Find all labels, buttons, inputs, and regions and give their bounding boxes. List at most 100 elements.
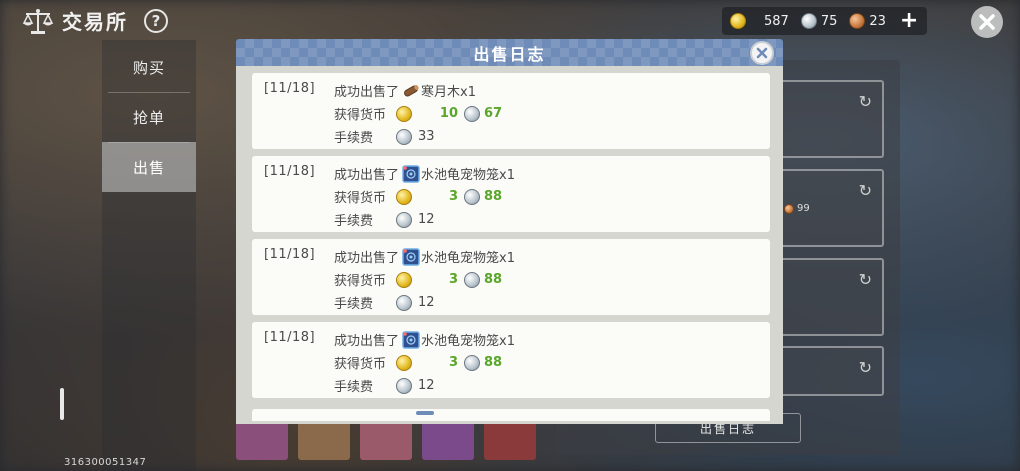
log-entry: [11/18] 成功出售了 水池龟宠物笼x1 获得货币 3 88 手续费 12 — [252, 322, 770, 398]
entry-earnings: 获得货币 3 88 — [334, 187, 502, 206]
silver-coin-icon — [464, 105, 480, 122]
earned-silver: 67 — [484, 106, 503, 121]
sidebar: 购买 抢单 出售 — [102, 40, 196, 471]
balance-scale-icon — [22, 8, 54, 34]
earned-gold: 3 — [448, 272, 458, 287]
silver-coin-icon — [396, 377, 412, 394]
fee-amount: 12 — [418, 295, 435, 310]
wood-log-icon — [404, 84, 419, 96]
dialog-header: 出售日志 — [236, 39, 783, 66]
log-entry: [11/18] 成功出售了 水池龟宠物笼x1 获得货币 3 88 手续费 12 — [252, 239, 770, 315]
item-thumbnail[interactable] — [360, 420, 412, 460]
entry-item: 水池龟宠物笼x1 — [421, 334, 515, 349]
sidebar-item-sell[interactable]: 出售 — [102, 142, 196, 192]
earned-silver: 88 — [484, 355, 503, 370]
item-icon-partial — [416, 411, 434, 415]
silver-coin-icon — [396, 128, 412, 145]
help-button[interactable]: ? — [144, 8, 168, 33]
sell-slot[interactable]: ↻ 99 — [770, 169, 884, 247]
pet-cage-icon — [402, 247, 420, 266]
slot-price-amount: 99 — [797, 203, 810, 214]
fee-amount: 12 — [418, 212, 435, 227]
sell-slot[interactable]: ↻ — [770, 346, 884, 396]
dialog-title: 出售日志 — [473, 44, 546, 64]
refresh-icon[interactable]: ↻ — [859, 270, 872, 289]
item-thumbnail[interactable] — [236, 420, 288, 460]
fee-label: 手续费 — [334, 380, 374, 395]
entry-item: 水池龟宠物笼x1 — [421, 251, 515, 266]
title-area: 交易所 ? — [22, 6, 168, 35]
close-icon — [756, 47, 768, 59]
gold-amount: 587 — [764, 13, 789, 29]
pet-cage-icon — [402, 164, 420, 183]
slot-price: 99 — [784, 203, 810, 214]
entry-fee: 手续费 12 — [334, 210, 435, 229]
gold-coin-icon — [396, 105, 412, 122]
entry-earnings: 获得货币 10 67 — [334, 104, 502, 123]
silver-coin-icon — [396, 294, 412, 311]
close-icon — [979, 14, 995, 30]
fee-amount: 12 — [418, 378, 435, 393]
dialog-close-button[interactable] — [750, 41, 774, 65]
entry-message: 成功出售了 寒月木x1 — [334, 81, 476, 100]
earned-silver: 88 — [484, 272, 503, 287]
entry-fee: 手续费 33 — [334, 127, 435, 146]
earned-gold: 10 — [439, 106, 458, 121]
fee-amount: 33 — [418, 129, 435, 144]
currency-bar: 587 75 23 + — [722, 7, 927, 35]
silver-coin-icon — [464, 271, 480, 288]
gold-coin-icon — [396, 188, 412, 205]
earned-label: 获得货币 — [334, 108, 387, 123]
earned-label: 获得货币 — [334, 191, 387, 206]
item-thumbnails — [236, 420, 536, 460]
entry-action: 成功出售了 — [334, 168, 400, 183]
log-entry: [11/18] 成功出售了 寒月木x1 获得货币 10 67 手续费 33 — [252, 73, 770, 149]
item-thumbnail[interactable] — [484, 420, 536, 460]
entry-date: [11/18] — [264, 247, 316, 262]
entry-action: 成功出售了 — [334, 251, 400, 266]
refresh-icon[interactable]: ↻ — [859, 92, 872, 111]
earned-label: 获得货币 — [334, 357, 387, 372]
sidebar-item-buy[interactable]: 购买 — [102, 42, 196, 92]
pet-cage-icon — [402, 330, 420, 349]
entry-message: 成功出售了 水池龟宠物笼x1 — [334, 247, 515, 266]
entry-item: 寒月木x1 — [421, 85, 476, 100]
entry-fee: 手续费 12 — [334, 293, 435, 312]
top-bar: 交易所 ? 587 75 23 + — [0, 0, 1020, 40]
earned-gold: 3 — [448, 189, 458, 204]
item-thumbnail[interactable] — [422, 420, 474, 460]
silver-amount: 75 — [820, 13, 838, 29]
entry-date: [11/18] — [264, 81, 316, 96]
sell-slot[interactable]: ↻ — [770, 80, 884, 158]
close-exchange-button[interactable] — [971, 6, 1003, 38]
item-thumbnail[interactable] — [298, 420, 350, 460]
silver-coin-icon — [800, 13, 817, 29]
earned-gold: 3 — [448, 355, 458, 370]
entry-date: [11/18] — [264, 164, 316, 179]
sidebar-item-grab-order[interactable]: 抢单 — [102, 92, 196, 142]
log-list[interactable]: [11/18] 成功出售了 寒月木x1 获得货币 10 67 手续费 33 [1… — [236, 66, 783, 424]
entry-item: 水池龟宠物笼x1 — [421, 168, 515, 183]
user-id: 316300051347 — [64, 457, 147, 468]
refresh-icon[interactable]: ↻ — [859, 358, 872, 377]
fee-label: 手续费 — [334, 214, 374, 229]
refresh-icon[interactable]: ↻ — [859, 181, 872, 200]
sell-log-dialog: 出售日志 [11/18] 成功出售了 寒月木x1 获得货币 10 67 手续费 … — [236, 39, 783, 424]
bronze-coin-icon — [784, 203, 794, 214]
fee-label: 手续费 — [334, 131, 374, 146]
scroll-handle[interactable] — [60, 388, 64, 420]
sell-slot[interactable]: ↻ — [770, 258, 884, 336]
earned-silver: 88 — [484, 189, 503, 204]
entry-earnings: 获得货币 3 88 — [334, 270, 502, 289]
gold-coin-icon — [730, 13, 746, 29]
log-entry-partial — [252, 409, 770, 421]
earned-label: 获得货币 — [334, 274, 387, 289]
add-currency-button[interactable]: + — [900, 10, 918, 32]
entry-action: 成功出售了 — [334, 85, 400, 100]
gold-coin-icon — [396, 354, 412, 371]
entry-date: [11/18] — [264, 330, 316, 345]
bronze-amount: 23 — [869, 13, 886, 29]
fee-label: 手续费 — [334, 297, 374, 312]
entry-earnings: 获得货币 3 88 — [334, 353, 502, 372]
silver-coin-icon — [464, 354, 480, 371]
